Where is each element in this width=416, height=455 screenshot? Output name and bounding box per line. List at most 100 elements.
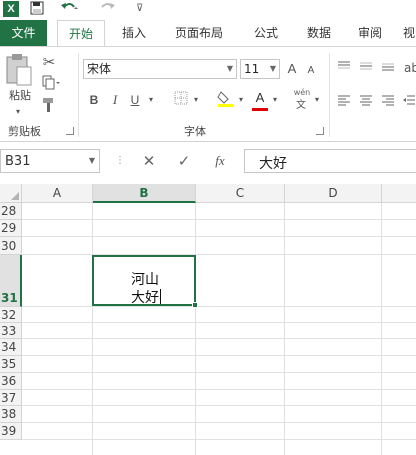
gridline bbox=[22, 338, 416, 339]
phonetic-glyph-icon: 文 bbox=[296, 100, 306, 111]
decrease-font-icon[interactable]: A bbox=[304, 62, 318, 80]
gridline bbox=[22, 405, 416, 406]
paste-icon[interactable] bbox=[4, 53, 34, 89]
copy-icon[interactable] bbox=[40, 75, 62, 93]
font-color-bar bbox=[252, 108, 268, 111]
formula-input[interactable]: 大好 bbox=[244, 149, 416, 173]
font-color-icon[interactable]: A bbox=[252, 89, 268, 107]
name-box-value: B31 bbox=[5, 154, 31, 169]
customize-qat-icon[interactable]: ⊽ bbox=[136, 1, 143, 17]
tab-view[interactable]: 视 bbox=[399, 20, 416, 46]
font-launcher-icon[interactable] bbox=[316, 127, 324, 135]
tab-insert[interactable]: 插入 bbox=[112, 20, 156, 46]
cancel-button[interactable]: ✕ bbox=[137, 150, 161, 172]
chevron-down-icon[interactable]: ▾ bbox=[191, 91, 201, 109]
borders-icon[interactable] bbox=[172, 91, 190, 110]
gridline bbox=[195, 203, 196, 455]
fill-color-icon[interactable] bbox=[216, 89, 236, 109]
chevron-down-icon[interactable]: ▾ bbox=[146, 91, 156, 109]
row-header-32[interactable]: 32 bbox=[0, 307, 22, 323]
group-separator bbox=[329, 53, 330, 137]
tab-home[interactable]: 开始 bbox=[57, 20, 105, 47]
chevron-down-icon[interactable]: ▼ bbox=[224, 60, 236, 78]
ribbon-tabs: 文件 开始 插入 页面布局 公式 数据 审阅 视 bbox=[0, 20, 416, 47]
row-header-38[interactable]: 38 bbox=[0, 406, 22, 423]
chevron-down-icon[interactable]: ▼ bbox=[89, 156, 95, 165]
row-header-36[interactable]: 36 bbox=[0, 373, 22, 390]
column-header-c[interactable]: C bbox=[196, 184, 285, 203]
align-center-icon[interactable] bbox=[358, 93, 374, 111]
underline-button[interactable]: U bbox=[128, 91, 142, 109]
gridline bbox=[284, 203, 285, 455]
cell-b31-content: 河山 大好 bbox=[131, 272, 161, 307]
tab-data[interactable]: 数据 bbox=[297, 20, 341, 46]
gridline bbox=[22, 355, 416, 356]
row-header-33[interactable]: 33 bbox=[0, 323, 22, 339]
italic-button[interactable]: I bbox=[108, 91, 122, 109]
chevron-down-icon[interactable]: ▾ bbox=[236, 91, 246, 109]
chevron-down-icon[interactable]: ▼ bbox=[267, 60, 279, 78]
font-group-label: 字体 bbox=[184, 125, 206, 138]
gridline bbox=[92, 203, 93, 455]
chevron-down-icon[interactable]: ▾ bbox=[270, 91, 280, 109]
tab-page-layout[interactable]: 页面布局 bbox=[168, 20, 230, 46]
paste-dropdown-icon[interactable]: ▾ bbox=[10, 103, 26, 121]
name-box[interactable]: B31 ▼ bbox=[0, 149, 100, 173]
tab-formulas[interactable]: 公式 bbox=[246, 20, 286, 46]
align-bottom-icon[interactable] bbox=[380, 59, 396, 77]
align-middle-icon[interactable] bbox=[358, 59, 374, 77]
gridline bbox=[22, 389, 416, 390]
insert-function-button[interactable]: fx bbox=[207, 150, 233, 172]
gridline bbox=[22, 322, 416, 323]
column-header-e[interactable] bbox=[382, 184, 416, 203]
align-top-icon[interactable] bbox=[336, 59, 352, 77]
gridline bbox=[22, 236, 416, 237]
row-header-39[interactable]: 39 bbox=[0, 423, 22, 440]
cut-icon[interactable]: ✂ bbox=[40, 53, 58, 71]
active-cell-b31[interactable]: 河山 大好 bbox=[92, 255, 198, 308]
cell-line-2: 大好 bbox=[131, 290, 159, 306]
tab-file[interactable]: 文件 bbox=[0, 20, 47, 46]
bold-button[interactable]: B bbox=[86, 91, 102, 109]
gridline bbox=[22, 306, 416, 307]
gridline bbox=[22, 372, 416, 373]
align-right-icon[interactable] bbox=[380, 93, 396, 111]
decrease-indent-icon[interactable] bbox=[402, 93, 416, 111]
row-header-30[interactable]: 30 bbox=[0, 237, 22, 255]
row-header-37[interactable]: 37 bbox=[0, 390, 22, 406]
formula-bar: B31 ▼ ⋮ ✕ ✓ fx 大好 bbox=[0, 147, 416, 175]
undo-icon[interactable] bbox=[60, 1, 80, 17]
fill-handle[interactable] bbox=[192, 302, 198, 308]
select-all-icon bbox=[11, 192, 19, 200]
column-header-b[interactable]: B bbox=[93, 184, 196, 203]
row-header-34[interactable]: 34 bbox=[0, 339, 22, 356]
gridline bbox=[22, 439, 416, 440]
text-caret bbox=[160, 289, 161, 304]
increase-font-icon[interactable]: A bbox=[284, 60, 300, 78]
paste-button[interactable]: 粘贴 bbox=[4, 87, 36, 103]
tab-review[interactable]: 审阅 bbox=[350, 20, 390, 46]
save-icon[interactable] bbox=[30, 1, 44, 17]
align-left-icon[interactable] bbox=[336, 93, 352, 111]
font-size-value: 11 bbox=[244, 62, 260, 76]
clipboard-launcher-icon[interactable] bbox=[66, 127, 74, 135]
column-header-a[interactable]: A bbox=[22, 184, 93, 203]
font-name-combo[interactable]: 宋体 ▼ bbox=[83, 59, 237, 79]
row-header-35[interactable]: 35 bbox=[0, 356, 22, 373]
column-header-d[interactable]: D bbox=[285, 184, 382, 203]
orientation-icon[interactable]: ab bbox=[404, 59, 416, 77]
row-header-29[interactable]: 29 bbox=[0, 220, 22, 237]
row-header-28[interactable]: 28 bbox=[0, 203, 22, 220]
clipboard-group-label: 剪贴板 bbox=[8, 125, 41, 138]
font-name-value: 宋体 bbox=[87, 62, 112, 76]
enter-button[interactable]: ✓ bbox=[172, 150, 196, 172]
gridline bbox=[22, 422, 416, 423]
formula-bar-grip[interactable]: ⋮ bbox=[115, 153, 125, 169]
font-size-combo[interactable]: 11 ▼ bbox=[240, 59, 280, 79]
row-header-31[interactable]: 31 bbox=[0, 255, 22, 307]
chevron-down-icon[interactable]: ▾ bbox=[312, 91, 322, 109]
formula-input-value: 大好 bbox=[259, 156, 287, 172]
select-all-corner[interactable] bbox=[0, 184, 22, 203]
redo-icon[interactable] bbox=[98, 1, 118, 17]
format-painter-icon[interactable] bbox=[40, 97, 58, 115]
